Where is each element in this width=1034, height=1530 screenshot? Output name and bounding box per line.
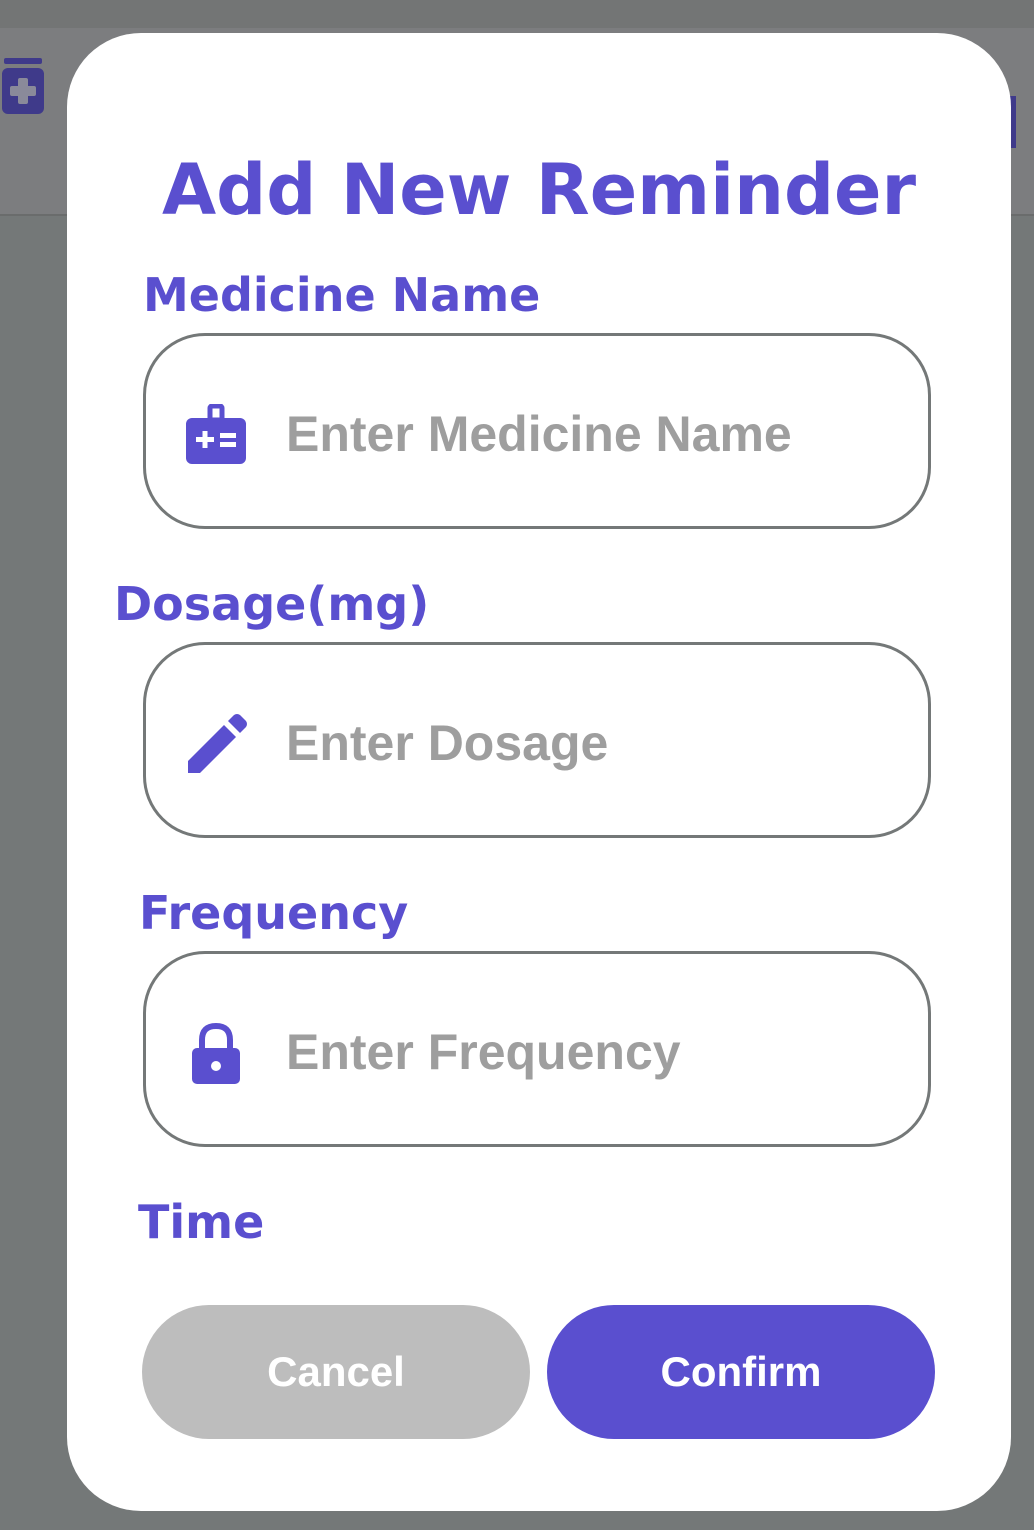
confirm-button[interactable]: Confirm [547,1305,935,1439]
cancel-button[interactable]: Cancel [142,1305,530,1439]
dialog-title: Add New Reminder [161,149,917,231]
time-label: Time [138,1195,265,1249]
medicine-name-label: Medicine Name [143,268,541,322]
dosage-label: Dosage(mg) [114,577,430,631]
status-bar [0,0,1034,28]
add-reminder-dialog: Add New Reminder Medicine Name Dosage(mg… [67,33,1011,1511]
medicine-name-field[interactable] [143,333,931,529]
dosage-input[interactable] [286,693,906,793]
medical-bag-icon [186,404,246,464]
pencil-icon [188,714,247,773]
medicine-bottle-icon[interactable] [0,56,46,116]
frequency-label: Frequency [139,886,409,940]
lock-icon [192,1022,240,1084]
dosage-field[interactable] [143,642,931,838]
frequency-field[interactable] [143,951,931,1147]
frequency-input[interactable] [286,1002,906,1102]
medicine-name-input[interactable] [286,384,906,484]
